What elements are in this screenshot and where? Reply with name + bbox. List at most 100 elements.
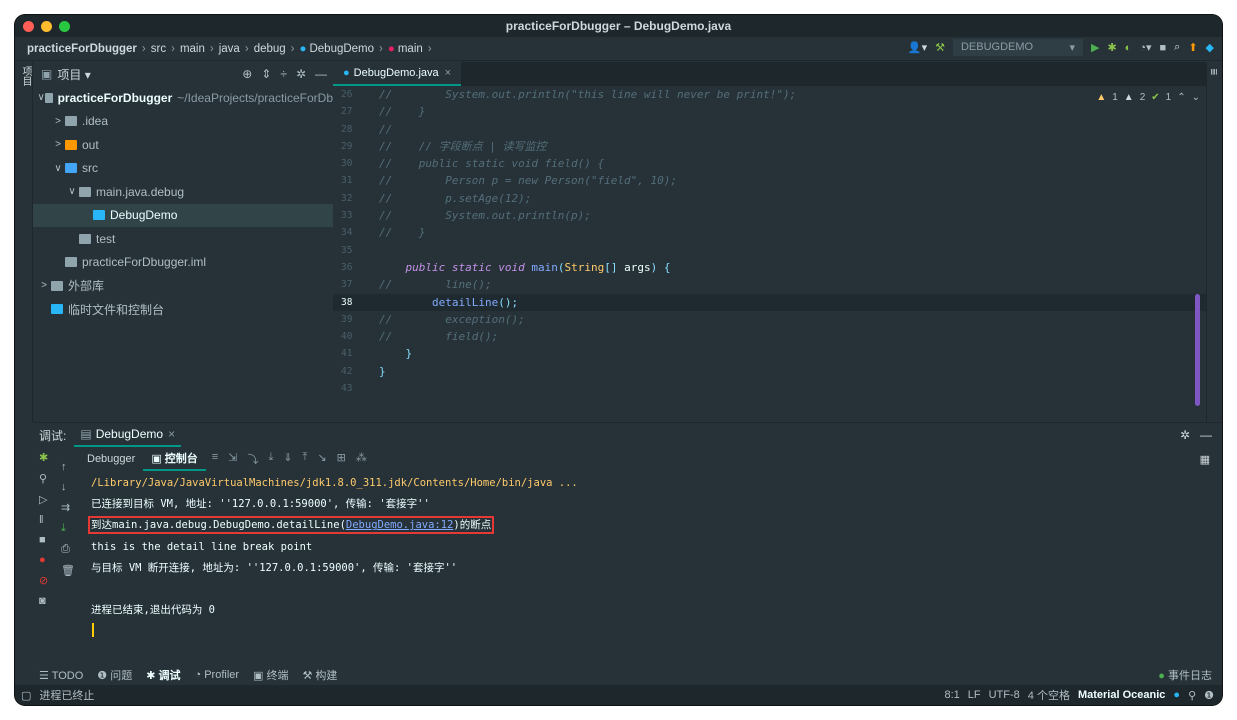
event-log-button[interactable]: ● 事件日志 <box>1158 667 1222 683</box>
code-line[interactable]: // public static void field() { <box>379 155 1206 172</box>
terminal-tab[interactable]: ▣ 终端 <box>253 667 288 683</box>
line-separator[interactable]: LF <box>968 689 981 701</box>
close-window-button[interactable] <box>23 21 34 32</box>
line-number[interactable]: 37 <box>333 276 379 293</box>
line-number[interactable]: 33 <box>333 207 379 224</box>
code-line[interactable] <box>379 242 1206 259</box>
breadcrumb-src[interactable]: src <box>151 43 166 55</box>
collapse-all-icon[interactable]: ÷ <box>280 67 287 81</box>
tree-item[interactable]: > out <box>33 133 333 157</box>
source-link[interactable]: DebugDemo.java:12 <box>346 519 453 531</box>
arrow-down-icon[interactable]: ↓ <box>61 481 75 493</box>
line-number[interactable]: 35 <box>333 242 379 259</box>
code-area[interactable]: // System.out.println("this line will ne… <box>379 86 1206 422</box>
code-line[interactable]: // p.setAge(12); <box>379 190 1206 207</box>
step-out-icon[interactable]: ⤒ <box>303 451 308 467</box>
tree-item[interactable]: ∨ main.java.debug <box>33 180 333 204</box>
gear-icon[interactable]: ✲ <box>296 67 306 81</box>
view-breakpoints-icon[interactable]: ● <box>39 554 48 566</box>
profile-icon[interactable]: ◔▾ <box>1139 41 1151 54</box>
line-number[interactable]: 31 <box>333 172 379 189</box>
scrollbar[interactable] <box>1195 294 1200 406</box>
line-number[interactable]: 38 <box>333 293 379 311</box>
run-icon[interactable]: ▶ <box>1091 41 1099 54</box>
expand-all-icon[interactable]: ⇕ <box>261 67 271 81</box>
coverage-icon[interactable]: ◐ <box>1125 42 1132 54</box>
status-toggle-icon[interactable]: ▢ <box>21 689 31 702</box>
line-number[interactable]: 40 <box>333 328 379 345</box>
debug-bug-icon[interactable]: ✱ <box>1107 41 1116 54</box>
pause-icon[interactable]: ‖ <box>39 514 48 526</box>
code-line[interactable]: // <box>379 121 1206 138</box>
code-line[interactable]: public static void main(String[] args) { <box>379 259 1206 276</box>
build-hammer-icon[interactable]: ⚒ <box>935 41 945 54</box>
line-number[interactable]: 43 <box>333 380 379 397</box>
stop-icon[interactable]: ■ <box>39 534 48 546</box>
hide-icon[interactable]: — <box>315 67 327 81</box>
layout-icon[interactable]: ▦ <box>1200 453 1222 466</box>
close-icon[interactable]: × <box>445 67 451 79</box>
line-number[interactable]: 29 <box>333 138 379 155</box>
code-line[interactable]: // field(); <box>379 328 1206 345</box>
code-line[interactable]: } <box>379 363 1206 380</box>
chevron-icon[interactable]: ∨ <box>65 186 79 197</box>
console-output[interactable]: /Library/Java/JavaVirtualMachines/jdk1.8… <box>87 473 578 621</box>
step-into-icon[interactable]: ⤓ <box>268 451 273 467</box>
chevron-icon[interactable]: > <box>37 280 51 291</box>
tree-item[interactable]: > .idea <box>33 110 333 134</box>
problems-tab[interactable]: ❶ 问题 <box>97 667 132 683</box>
code-line[interactable]: } <box>379 345 1206 362</box>
code-line[interactable]: // System.out.println("this line will ne… <box>379 86 1206 103</box>
line-number[interactable]: 32 <box>333 190 379 207</box>
trash-icon[interactable]: 🗑 <box>61 564 75 577</box>
database-tool-button[interactable]: ≣ <box>1209 68 1219 76</box>
debug-tab[interactable]: ✱ 调试 <box>146 667 180 683</box>
evaluate-expression-icon[interactable]: ⊞ <box>337 451 346 467</box>
theme-icon[interactable]: ● <box>1173 689 1180 701</box>
run-config-select[interactable]: DEBUGDEMO ▾ <box>952 39 1083 56</box>
breadcrumb-class[interactable]: DebugDemo <box>309 43 374 55</box>
breadcrumb-debug[interactable]: debug <box>254 43 286 55</box>
run-to-cursor-icon[interactable]: ↘ <box>317 451 326 467</box>
chevron-icon[interactable]: > <box>51 116 65 127</box>
menu-icon[interactable]: ≡ <box>212 451 218 467</box>
code-line[interactable]: // // 字段断点 | 读写监控 <box>379 138 1206 155</box>
profiler-tab[interactable]: ◔ Profiler <box>195 669 240 681</box>
search-icon[interactable]: ⌕ <box>1174 41 1180 54</box>
project-tool-button[interactable]: 项目 <box>18 66 33 86</box>
locate-icon[interactable]: ⊕ <box>242 67 252 81</box>
line-number[interactable]: 28 <box>333 121 379 138</box>
stop-icon[interactable]: ■ <box>1159 42 1166 54</box>
update-icon[interactable]: ⬆ <box>1188 41 1197 54</box>
code-line[interactable] <box>379 380 1206 397</box>
theme-name[interactable]: Material Oceanic <box>1078 689 1165 701</box>
line-number[interactable]: 41 <box>333 345 379 362</box>
line-number[interactable]: 39 <box>333 311 379 328</box>
camera-icon[interactable]: ◙ <box>39 595 48 607</box>
code-line[interactable]: // exception(); <box>379 311 1206 328</box>
file-encoding[interactable]: UTF-8 <box>989 689 1020 701</box>
breadcrumb-method[interactable]: main <box>398 43 423 55</box>
chevron-icon[interactable]: > <box>51 139 65 150</box>
debug-bug-icon[interactable]: ✱ <box>39 451 48 464</box>
step-over-icon[interactable]: ⤵ <box>247 451 258 467</box>
chevron-icon[interactable]: ∨ <box>51 163 65 174</box>
console-tab[interactable]: ▣ 控制台 <box>143 447 206 471</box>
notification-icon[interactable]: ❶ <box>1204 689 1214 702</box>
code-line[interactable]: detailLine(); <box>379 293 1206 311</box>
git-icon[interactable]: ⚲ <box>1188 689 1196 702</box>
debug-session-tab[interactable]: ▤ DebugDemo × <box>74 423 182 447</box>
line-number[interactable]: 42 <box>333 363 379 380</box>
mute-breakpoints-icon[interactable]: ⊘ <box>39 574 48 587</box>
chevron-icon[interactable]: ∨ <box>37 92 45 103</box>
gear-icon[interactable]: ✲ <box>1180 428 1190 442</box>
caret-position[interactable]: 8:1 <box>944 689 959 701</box>
todo-tab[interactable]: ☰ TODO <box>39 669 83 682</box>
soft-wrap-icon[interactable]: ⇉ <box>61 501 75 514</box>
tree-item[interactable]: > 外部库 <box>33 274 333 298</box>
tree-item[interactable]: practiceForDbugger.iml <box>33 251 333 275</box>
line-gutter[interactable]: 26 27 28 29 30 31 32 33 34 35 36 37 38 39 40 41 42 43 <box>333 86 379 422</box>
hide-icon[interactable]: — <box>1200 428 1212 442</box>
print-icon[interactable]: ⎙ <box>61 543 75 556</box>
user-icon[interactable]: 👤▾ <box>908 41 927 54</box>
